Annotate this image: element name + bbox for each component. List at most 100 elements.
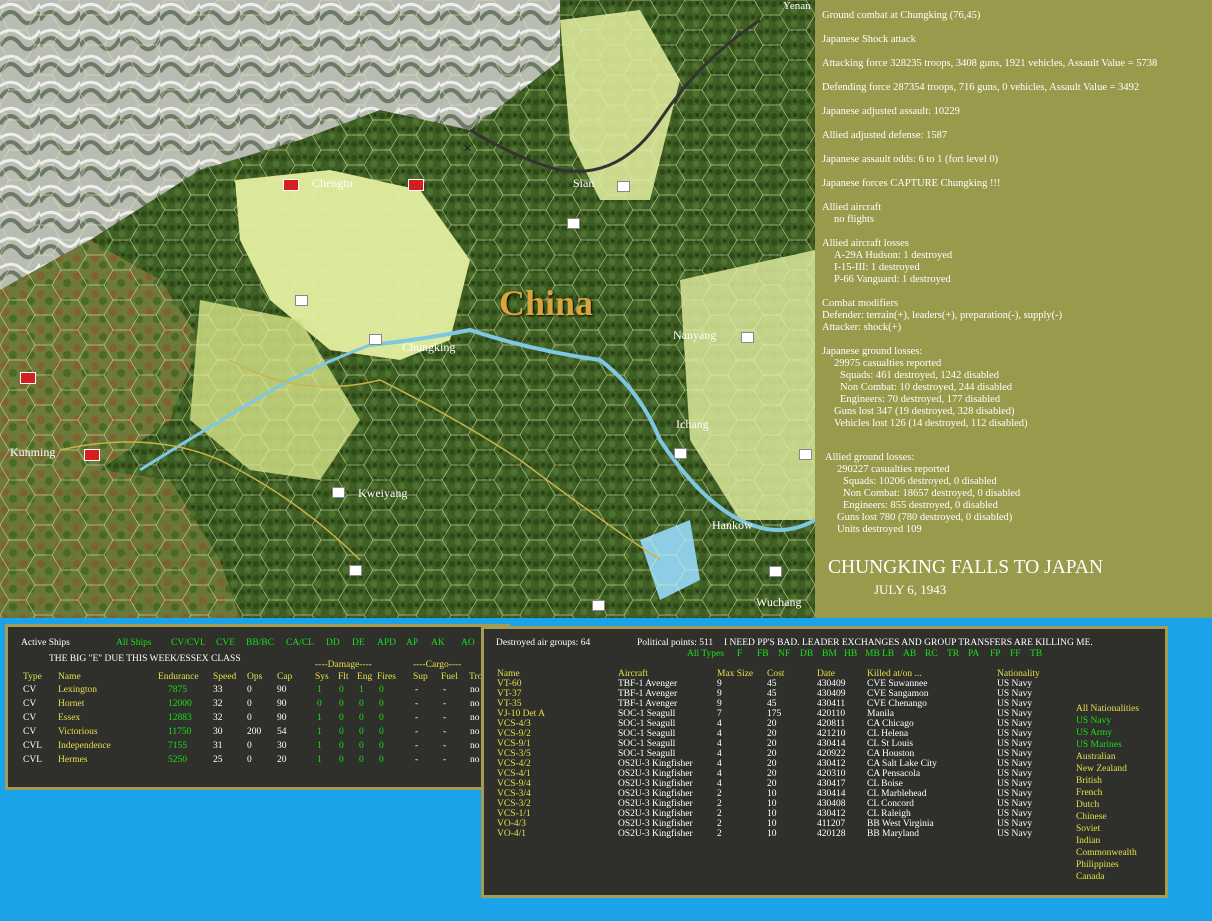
col-cap[interactable]: Cap (277, 672, 292, 683)
col-sys[interactable]: Sys (315, 672, 329, 683)
destroyed-air-groups-panel[interactable]: Destroyed air groups: 64 Political point… (481, 626, 1168, 898)
filter-de[interactable]: DE (352, 638, 365, 649)
filter-type-fb[interactable]: FB (757, 649, 769, 660)
air-group-name[interactable]: VCS-3/2 (497, 799, 531, 809)
nationality-canada[interactable]: Canada (1076, 872, 1105, 883)
nationality-indian[interactable]: Indian (1076, 836, 1100, 847)
filter-apd[interactable]: APD (377, 638, 396, 649)
nationality-us-army[interactable]: US Army (1076, 728, 1112, 739)
col-ops[interactable]: Ops (247, 672, 262, 683)
city-icon[interactable]: ✕ (463, 143, 473, 154)
ship-row[interactable]: CV Victorious 11750 30 200 54 1 0 0 0 - … (8, 727, 507, 741)
filter-type-ab[interactable]: AB (903, 649, 916, 660)
japanese-unit-icon[interactable] (332, 487, 345, 498)
japanese-unit-icon[interactable] (799, 449, 812, 460)
air-group-name[interactable]: VCS-4/3 (497, 719, 531, 729)
air-group-row[interactable]: VO-4/1 OS2U-3 Kingfisher 2 10 420128 BB Maryl… (484, 829, 1064, 839)
active-ships-panel[interactable]: Active Ships All Ships CV/CVL CVE BB/BC … (5, 624, 510, 790)
air-group-name[interactable]: VJ-10 Det A (497, 709, 545, 719)
air-group-name[interactable]: VCS-4/1 (497, 769, 531, 779)
ship-row[interactable]: CV Essex 12883 32 0 90 1 0 0 0 - - no (8, 713, 507, 727)
filter-cve[interactable]: CVE (216, 638, 235, 649)
filter-type-lb[interactable]: LB (882, 649, 894, 660)
filter-type-hb[interactable]: HB (844, 649, 857, 660)
japanese-unit-icon[interactable] (295, 295, 308, 306)
japanese-unit-icon[interactable] (592, 600, 605, 611)
col-flt[interactable]: Flt (338, 672, 349, 683)
map-terrain[interactable] (0, 0, 815, 618)
filter-ap[interactable]: AP (406, 638, 418, 649)
air-group-name[interactable]: VT-60 (497, 679, 521, 689)
air-group-row[interactable]: VCS-3/2 OS2U-3 Kingfisher 2 10 430408 CL Conc… (484, 799, 1064, 809)
nationality-commonwealth[interactable]: Commonwealth (1076, 848, 1137, 859)
air-group-row[interactable]: VCS-3/4 OS2U-3 Kingfisher 2 10 430414 CL Marb… (484, 789, 1064, 799)
air-group-row[interactable]: VCS-4/2 OS2U-3 Kingfisher 4 20 430412 CA Salt… (484, 759, 1064, 769)
air-group-row[interactable]: VCS-9/2 SOC-1 Seagull 4 20 421210 CL Helena US… (484, 729, 1064, 739)
col-sup[interactable]: Sup (413, 672, 428, 683)
col-fires[interactable]: Fires (377, 672, 396, 683)
nationality-french[interactable]: French (1076, 788, 1102, 799)
air-group-name[interactable]: VCS-9/1 (497, 739, 531, 749)
air-group-name[interactable]: VT-35 (497, 699, 521, 709)
air-group-row[interactable]: VCS-1/1 OS2U-3 Kingfisher 2 10 430412 CL Rale… (484, 809, 1064, 819)
air-group-name[interactable]: VCS-3/4 (497, 789, 531, 799)
filter-type-db[interactable]: DB (800, 649, 813, 660)
filter-type-tr[interactable]: TR (947, 649, 959, 660)
ship-row[interactable]: CVL Independence 7155 31 0 30 1 0 0 0 - … (8, 741, 507, 755)
col-speed[interactable]: Speed (213, 672, 236, 683)
ship-row[interactable]: CV Hornet 12000 32 0 90 0 0 0 0 - - no (8, 699, 507, 713)
nationality-us-marines[interactable]: US Marines (1076, 740, 1122, 751)
air-group-name[interactable]: VCS-3/5 (497, 749, 531, 759)
chinese-flag-icon[interactable] (20, 372, 36, 384)
ship-row[interactable]: CVL Hermes 5250 25 0 20 1 0 0 0 - - no (8, 755, 507, 769)
filter-dd[interactable]: DD (326, 638, 340, 649)
filter-type-rc[interactable]: RC (925, 649, 938, 660)
air-group-name[interactable]: VCS-4/2 (497, 759, 531, 769)
filter-cv-cvl[interactable]: CV/CVL (171, 638, 206, 649)
filter-type-tb[interactable]: TB (1030, 649, 1042, 660)
japanese-unit-icon[interactable] (369, 334, 382, 345)
col-type[interactable]: Type (23, 672, 42, 683)
air-group-row[interactable]: VCS-3/5 SOC-1 Seagull 4 20 420922 CA Houston U… (484, 749, 1064, 759)
air-group-row[interactable]: VCS-4/3 SOC-1 Seagull 4 20 420811 CA Chicago U… (484, 719, 1064, 729)
col-fuel[interactable]: Fuel (441, 672, 458, 683)
nationality-all[interactable]: All Nationalities (1076, 704, 1139, 715)
ship-name[interactable]: Essex (58, 713, 80, 724)
japanese-unit-icon[interactable] (567, 218, 580, 229)
air-group-row[interactable]: VCS-4/1 OS2U-3 Kingfisher 4 20 420310 CA Pens… (484, 769, 1064, 779)
air-group-row[interactable]: VT-60 TBF-1 Avenger 9 45 430409 CVE Suwannee U… (484, 679, 1064, 689)
nationality-us-navy[interactable]: US Navy (1076, 716, 1111, 727)
filter-ak[interactable]: AK (431, 638, 445, 649)
ship-name[interactable]: Hermes (58, 755, 88, 766)
air-group-row[interactable]: VJ-10 Det A SOC-1 Seagull 7 175 420110 Manila… (484, 709, 1064, 719)
air-group-name[interactable]: VCS-1/1 (497, 809, 531, 819)
chinese-flag-icon[interactable] (84, 449, 100, 461)
strategic-map[interactable]: ✕ Chengtu Sian China Chungking Nanyang I… (0, 0, 815, 618)
nationality-philippines[interactable]: Philippines (1076, 860, 1119, 871)
nationality-dutch[interactable]: Dutch (1076, 800, 1099, 811)
air-group-row[interactable]: VCS-9/4 OS2U-3 Kingfisher 4 20 430417 CL Bois… (484, 779, 1064, 789)
filter-type-ff[interactable]: FF (1010, 649, 1021, 660)
japanese-unit-icon[interactable] (769, 566, 782, 577)
air-group-name[interactable]: VCS-9/4 (497, 779, 531, 789)
ship-name[interactable]: Victorious (58, 727, 98, 738)
nationality-chinese[interactable]: Chinese (1076, 812, 1107, 823)
nationality-british[interactable]: British (1076, 776, 1102, 787)
filter-ao[interactable]: AO (461, 638, 475, 649)
nationality-soviet[interactable]: Soviet (1076, 824, 1100, 835)
col-endurance[interactable]: Endurance (158, 672, 199, 683)
filter-type-pa[interactable]: PA (968, 649, 979, 660)
air-group-name[interactable]: VCS-9/2 (497, 729, 531, 739)
ship-row[interactable]: CV Lexington 7875 33 0 90 1 0 1 0 - - no (8, 685, 507, 699)
japanese-unit-icon[interactable] (674, 448, 687, 459)
filter-type-mb[interactable]: MB (865, 649, 880, 660)
col-name[interactable]: Name (58, 672, 81, 683)
air-group-name[interactable]: VT-37 (497, 689, 521, 699)
air-group-row[interactable]: VO-4/3 OS2U-3 Kingfisher 2 10 411207 BB West … (484, 819, 1064, 829)
air-group-name[interactable]: VO-4/1 (497, 829, 526, 839)
nationality-australian[interactable]: Australian (1076, 752, 1116, 763)
filter-ca-cl[interactable]: CA/CL (286, 638, 314, 649)
japanese-unit-icon[interactable] (741, 332, 754, 343)
japanese-unit-icon[interactable] (349, 565, 362, 576)
air-group-row[interactable]: VCS-9/1 SOC-1 Seagull 4 20 430414 CL St Louis… (484, 739, 1064, 749)
